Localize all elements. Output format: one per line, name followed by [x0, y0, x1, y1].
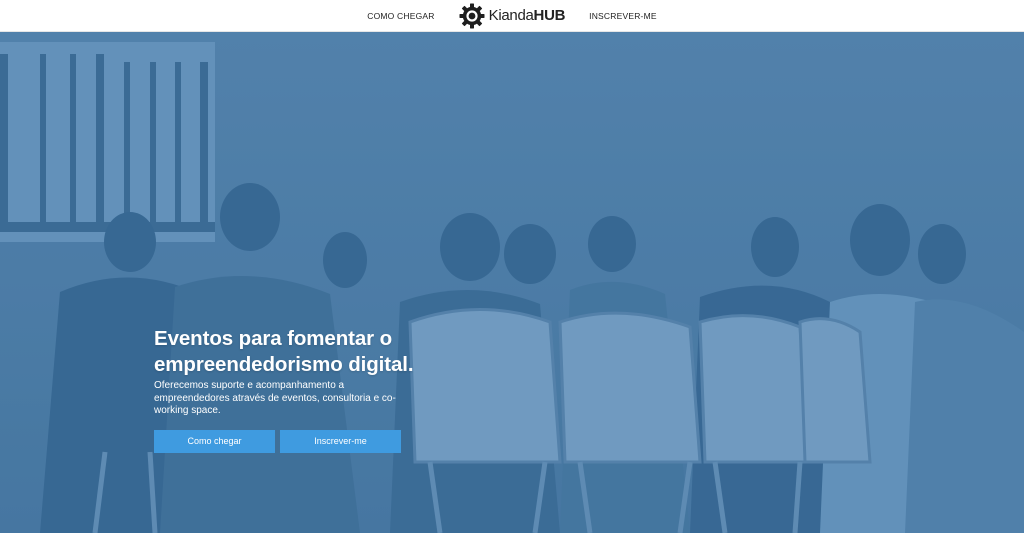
inscrever-me-button[interactable]: Inscrever-me — [280, 429, 401, 453]
hero-description: Oferecemos suporte e acompanhamento a em… — [154, 380, 396, 416]
hero-section: Eventos para fomentar o empreendedorismo… — [0, 32, 1024, 533]
logo-text: KiandaHUB — [488, 7, 566, 24]
como-chegar-button[interactable]: Como chegar — [154, 429, 275, 453]
kiandahub-logo[interactable]: KiandaHUB — [459, 0, 566, 32]
gear-logo-icon — [459, 3, 485, 28]
hero-title: Eventos para fomentar o empreendedorismo… — [154, 327, 414, 376]
hero-background-image — [0, 32, 1024, 533]
top-navigation: COMO CHEGAR KiandaHUB INSCREVER-ME — [0, 0, 1024, 32]
nav-link-inscrever-me[interactable]: INSCREVER-ME — [589, 11, 657, 21]
nav-link-como-chegar[interactable]: COMO CHEGAR — [367, 11, 434, 21]
hero-content: Eventos para fomentar o empreendedorismo… — [154, 326, 414, 453]
hero-buttons: Como chegar Inscrever-me — [154, 429, 414, 453]
